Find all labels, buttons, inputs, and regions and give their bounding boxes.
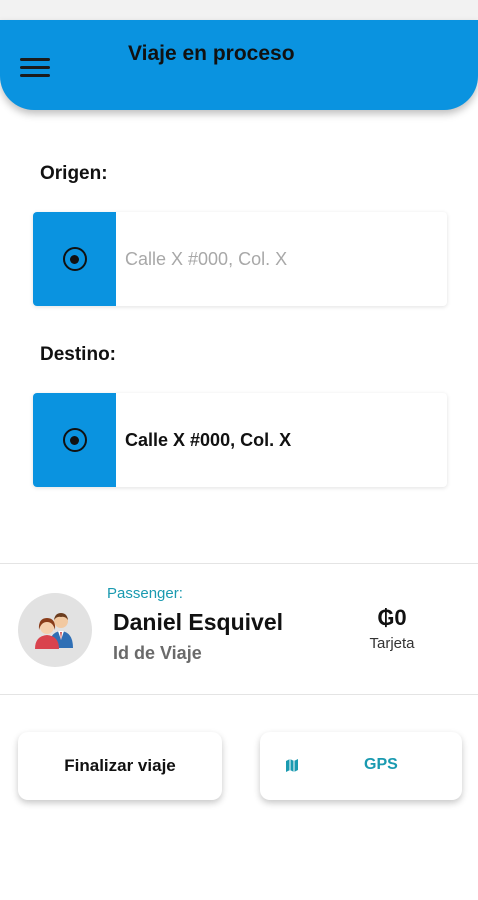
- status-bar: [0, 0, 478, 20]
- finish-trip-button[interactable]: Finalizar viaje: [18, 732, 222, 800]
- passenger-name: Daniel Esquivel: [113, 609, 284, 635]
- hamburger-menu-icon[interactable]: [20, 58, 54, 84]
- map-icon: [286, 759, 298, 772]
- target-icon: [62, 428, 87, 452]
- users-avatar-icon: [18, 593, 92, 667]
- page-title: Viaje en proceso: [128, 42, 295, 65]
- origin-field[interactable]: [33, 212, 447, 306]
- gps-button[interactable]: GPS: [260, 732, 462, 800]
- divider: [0, 563, 478, 564]
- destination-value: Calle X #000, Col. X: [125, 429, 292, 450]
- trip-id-label: Id de Viaje: [113, 643, 202, 663]
- divider: [0, 694, 478, 695]
- finish-trip-label: Finalizar viaje: [64, 756, 176, 775]
- origin-input[interactable]: [125, 248, 425, 270]
- destination-label: Destino:: [40, 344, 116, 365]
- destination-icon-block: [33, 393, 116, 487]
- destination-field[interactable]: Calle X #000, Col. X: [33, 393, 447, 487]
- payment-method: Tarjeta: [369, 635, 415, 652]
- gps-label: GPS: [364, 756, 398, 773]
- passenger-caption: Passenger:: [107, 585, 183, 602]
- fare-amount: ₲0: [377, 605, 407, 630]
- origin-label: Origen:: [40, 163, 108, 184]
- origin-icon-block: [33, 212, 116, 306]
- target-icon: [62, 247, 87, 271]
- app-header: Viaje en proceso: [0, 20, 478, 110]
